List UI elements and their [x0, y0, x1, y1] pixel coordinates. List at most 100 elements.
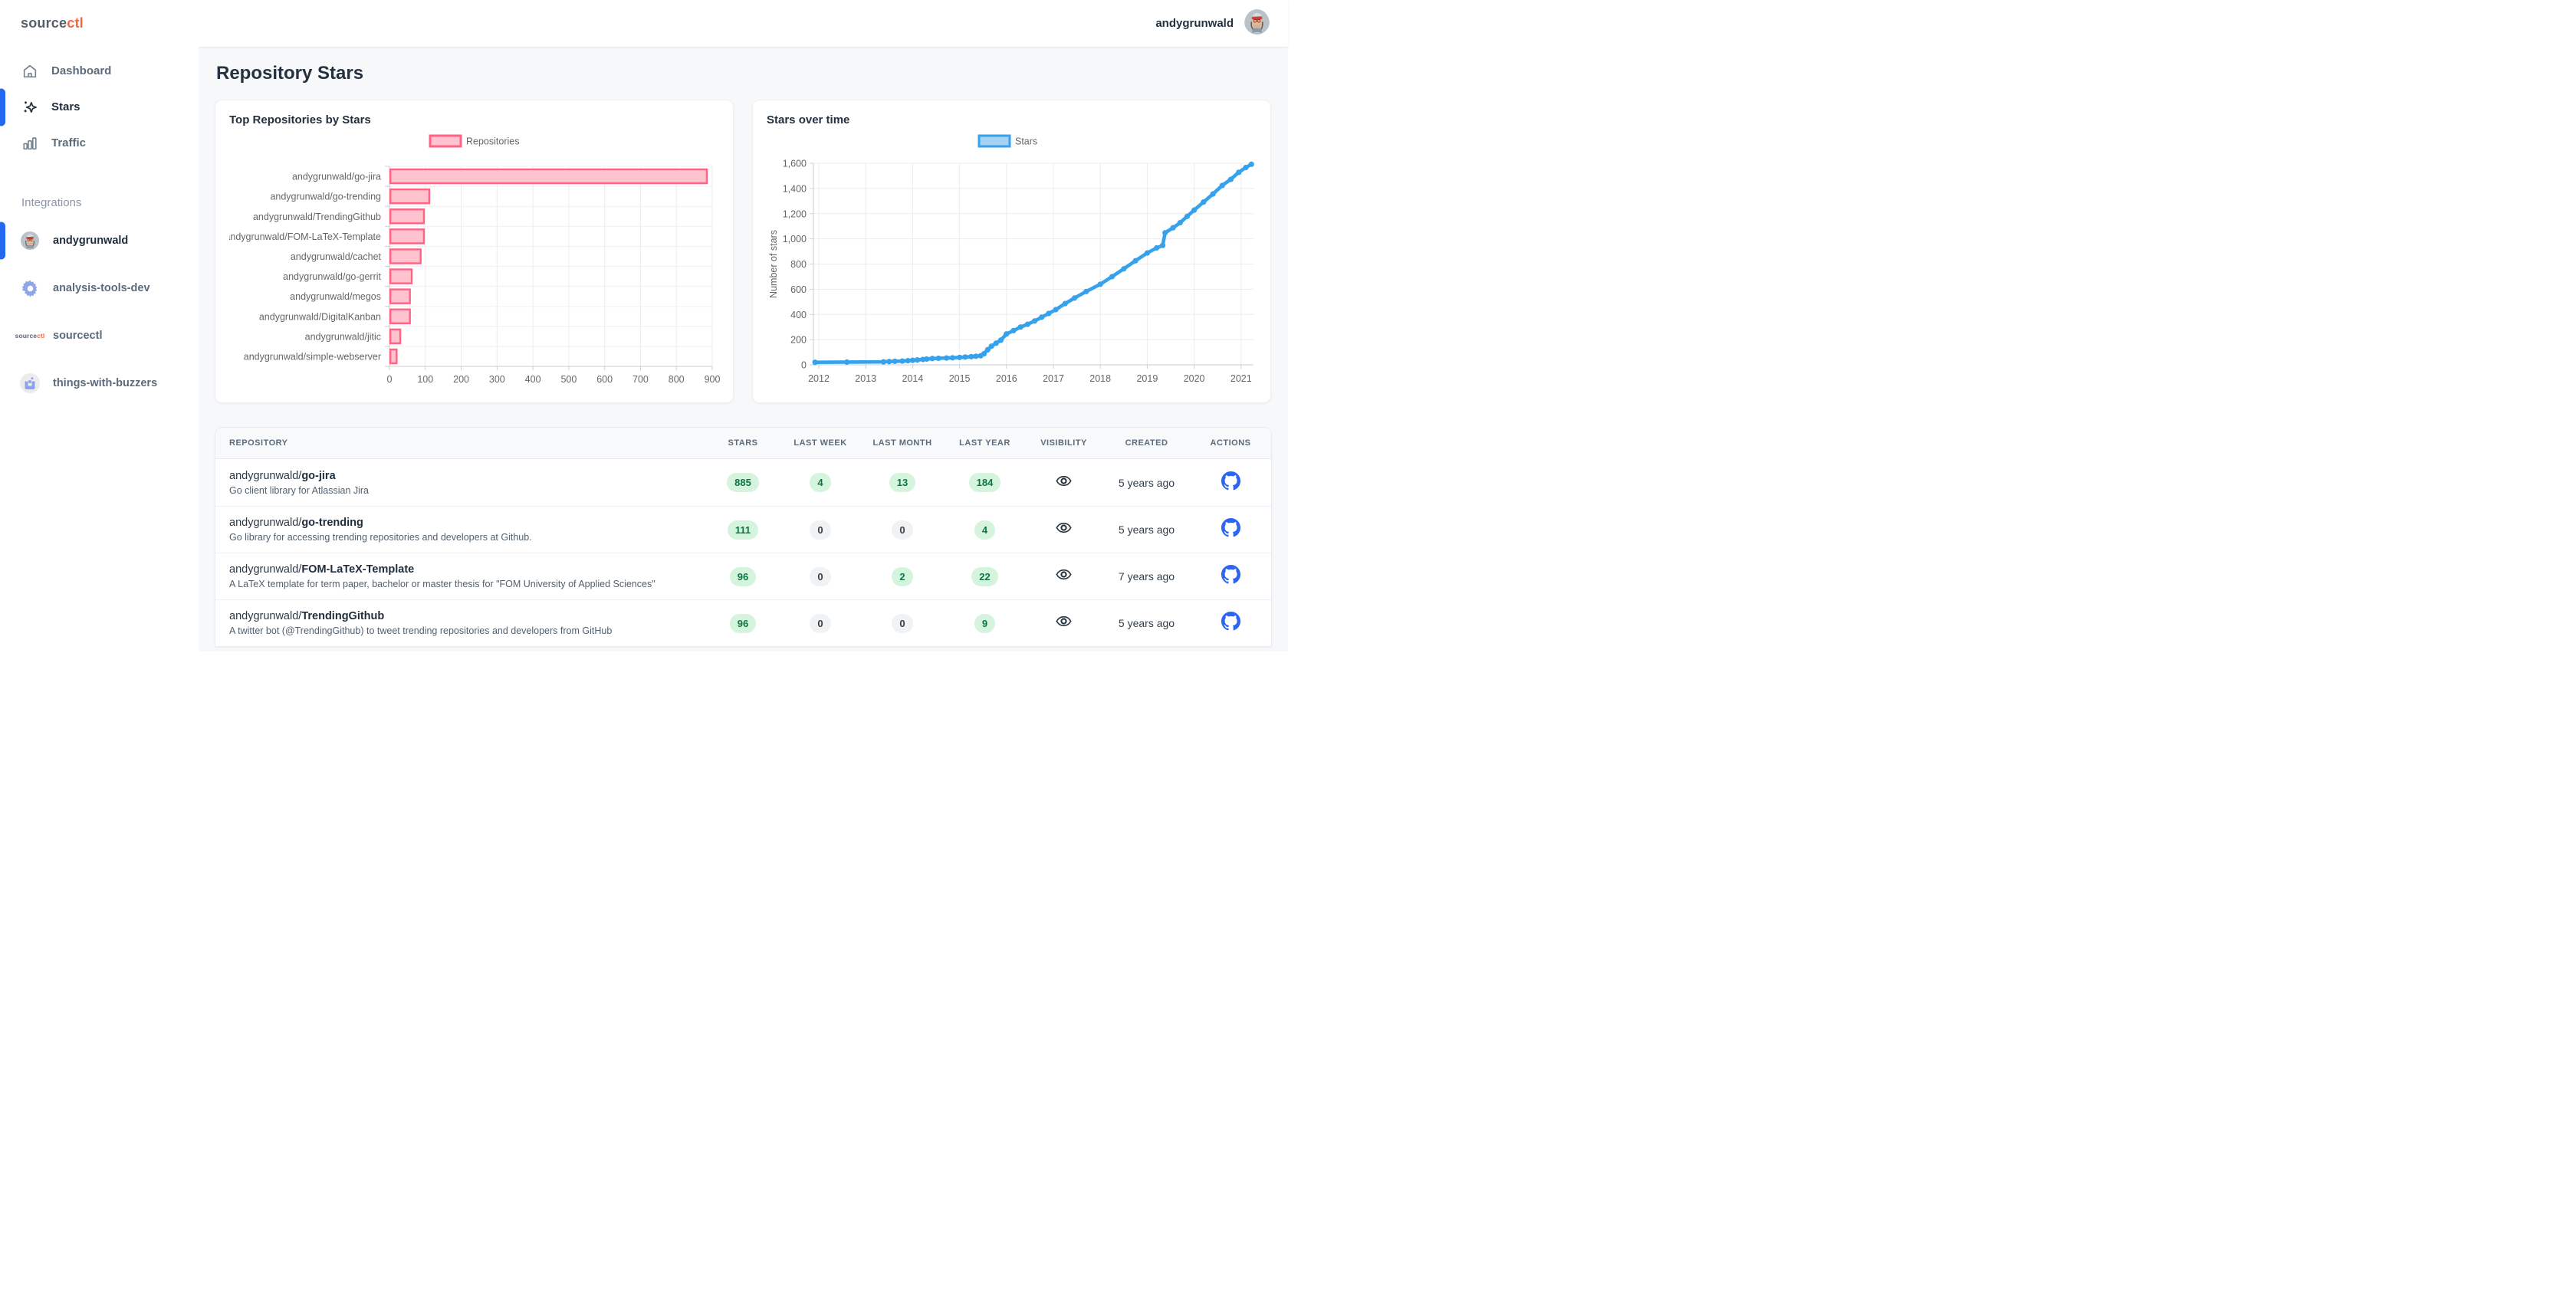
count-badge: 0 — [810, 520, 830, 540]
last-year-cell: 184 — [945, 473, 1024, 492]
last-week-cell: 0 — [781, 614, 859, 633]
repo-name[interactable]: andygrunwald/go-trending — [229, 517, 705, 529]
svg-text:2017: 2017 — [1043, 373, 1064, 384]
header-username: andygrunwald — [1155, 17, 1234, 30]
repo-name[interactable]: andygrunwald/go-jira — [229, 470, 705, 482]
integration-item-andygrunwald[interactable]: andygrunwald — [0, 217, 199, 264]
last-year-cell: 22 — [945, 567, 1024, 586]
github-link[interactable] — [1221, 471, 1240, 494]
home-icon — [21, 63, 38, 80]
svg-text:andygrunwald/megos: andygrunwald/megos — [290, 291, 381, 302]
sidebar-item-dashboard[interactable]: Dashboard — [0, 53, 199, 89]
svg-text:2016: 2016 — [996, 373, 1017, 384]
last-month-cell: 0 — [859, 520, 945, 540]
top-bar: andygrunwald — [199, 0, 1288, 47]
svg-text:1,600: 1,600 — [783, 159, 807, 169]
count-badge: 184 — [969, 473, 1001, 492]
bar-chart-icon — [21, 135, 38, 152]
visibility-cell — [1024, 612, 1103, 634]
last-month-cell: 2 — [859, 567, 945, 586]
svg-text:2019: 2019 — [1136, 373, 1158, 384]
created-cell: 5 years ago — [1103, 617, 1190, 629]
repo-name[interactable]: andygrunwald/FOM-LaTeX-Template — [229, 563, 705, 576]
svg-text:2020: 2020 — [1184, 373, 1205, 384]
stars-over-time-line-chart: Stars02004006008001,0001,2001,4001,60020… — [767, 128, 1258, 390]
sidebar-nav: DashboardStars Traffic — [0, 53, 199, 161]
integration-item-analysis-tools-dev[interactable]: analysis-tools-dev — [0, 264, 199, 312]
svg-text:900: 900 — [705, 374, 721, 385]
svg-text:2015: 2015 — [949, 373, 971, 384]
column-header-last-week: Last week — [781, 438, 859, 448]
count-badge: 0 — [892, 614, 912, 633]
sidebar-item-label: Traffic — [51, 136, 86, 149]
column-header-stars: Stars — [705, 438, 781, 448]
svg-text:200: 200 — [790, 335, 807, 346]
count-badge: 96 — [730, 614, 756, 633]
brand-name-primary: source — [21, 15, 67, 31]
repo-description: Go library for accessing trending reposi… — [229, 532, 705, 543]
last-year-cell: 4 — [945, 520, 1024, 540]
active-indicator — [0, 88, 5, 126]
svg-text:1,000: 1,000 — [783, 234, 807, 245]
repo-name[interactable]: andygrunwald/TrendingGithub — [229, 610, 705, 622]
brand-name-accent: ctl — [67, 15, 84, 31]
chart-cards: Top Repositories by Stars Repositories01… — [215, 100, 1272, 403]
page-title: Repository Stars — [216, 63, 1272, 84]
app-window: sourcectl DashboardStarsTraffic Integrat… — [0, 0, 1288, 652]
user-avatar[interactable] — [1244, 9, 1270, 38]
visibility-cell — [1024, 472, 1103, 494]
bar-chart-card: Top Repositories by Stars Repositories01… — [215, 100, 734, 403]
created-cell: 5 years ago — [1103, 523, 1190, 536]
github-icon — [1221, 471, 1240, 494]
created-cell: 5 years ago — [1103, 477, 1190, 489]
count-badge: 885 — [727, 473, 759, 492]
count-badge: 0 — [810, 567, 830, 586]
svg-text:100: 100 — [417, 374, 433, 385]
github-icon — [1221, 518, 1240, 541]
github-link[interactable] — [1221, 612, 1240, 635]
eye-icon — [1055, 527, 1073, 540]
column-header-visibility: Visibility — [1024, 438, 1103, 448]
count-badge: 22 — [971, 567, 997, 586]
sidebar-item-stars[interactable]: Stars — [0, 89, 199, 125]
svg-text:andygrunwald/go-jira: andygrunwald/go-jira — [292, 172, 381, 182]
count-badge: 111 — [728, 520, 758, 540]
eye-icon — [1055, 480, 1073, 493]
svg-text:andygrunwald/TrendingGithub: andygrunwald/TrendingGithub — [253, 212, 381, 222]
svg-text:2012: 2012 — [808, 373, 830, 384]
integration-item-sourcectl[interactable]: sourcectlsourcectl — [0, 312, 199, 359]
brand-logo[interactable]: sourcectl — [0, 0, 199, 47]
last-year-cell: 9 — [945, 614, 1024, 633]
count-badge: 0 — [892, 520, 912, 540]
count-badge: 9 — [974, 614, 995, 633]
stars-cell: 96 — [705, 567, 781, 586]
visibility-cell — [1024, 519, 1103, 540]
svg-text:andygrunwald/go-trending: andygrunwald/go-trending — [270, 192, 381, 202]
column-header-created: Created — [1103, 438, 1190, 448]
svg-text:600: 600 — [790, 284, 807, 295]
last-month-cell: 13 — [859, 473, 945, 492]
svg-text:Number of stars: Number of stars — [768, 230, 779, 298]
main-content: Repository Stars Top Repositories by Sta… — [199, 47, 1288, 652]
user-avatar — [20, 231, 40, 251]
github-icon — [1221, 565, 1240, 588]
svg-text:andygrunwald/jitic: andygrunwald/jitic — [305, 331, 381, 342]
column-header-last-month: Last month — [859, 438, 945, 448]
integration-item-label: analysis-tools-dev — [53, 282, 150, 294]
sidebar-item-traffic[interactable]: Traffic — [0, 125, 199, 161]
last-month-cell: 0 — [859, 614, 945, 633]
sparkles-icon — [21, 99, 38, 116]
repo-description: Go client library for Atlassian Jira — [229, 485, 705, 496]
visibility-cell — [1024, 566, 1103, 587]
stars-cell: 96 — [705, 614, 781, 633]
integration-item-things-with-buzzers[interactable]: things-with-buzzers — [0, 359, 199, 407]
table-row: andygrunwald/go-trending Go library for … — [215, 506, 1271, 553]
github-link[interactable] — [1221, 518, 1240, 541]
svg-text:1,400: 1,400 — [783, 183, 807, 194]
column-header-repository: Repository — [215, 438, 705, 448]
svg-text:400: 400 — [790, 310, 807, 320]
github-link[interactable] — [1221, 565, 1240, 588]
bar-chart-title: Top Repositories by Stars — [229, 113, 719, 126]
repo-description: A twitter bot (@TrendingGithub) to tweet… — [229, 625, 705, 636]
buzzers-icon — [20, 373, 40, 393]
